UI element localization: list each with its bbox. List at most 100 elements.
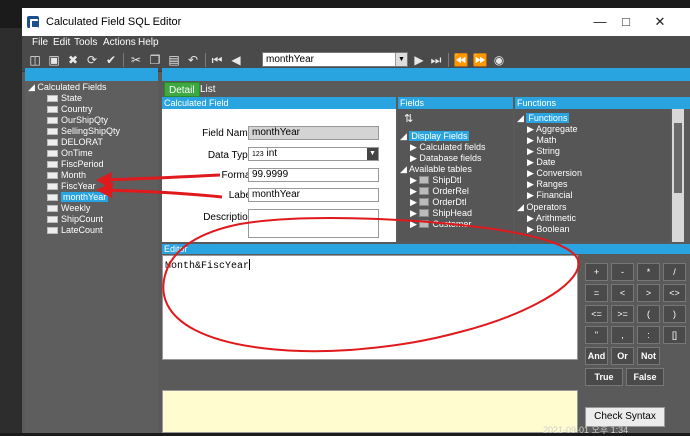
menu-edit[interactable]: Edit xyxy=(53,37,70,48)
tree-item-selected[interactable]: monthYear xyxy=(47,192,109,203)
false-button[interactable]: False xyxy=(626,368,664,386)
save-icon[interactable]: ▣ xyxy=(45,51,63,69)
copy-icon[interactable]: ❐ xyxy=(146,51,164,69)
op-and-button[interactable]: And xyxy=(585,347,608,365)
field-name-input[interactable]: monthYear xyxy=(248,126,379,140)
tree-item[interactable]: SellingShipQty xyxy=(47,126,120,137)
function-category[interactable]: ▶ Date xyxy=(527,157,555,168)
title-bar: Calculated Field SQL Editor — □ ✕ xyxy=(22,8,690,36)
functions-scrollbar[interactable] xyxy=(672,109,684,242)
function-category[interactable]: ▶ Ranges xyxy=(527,179,567,190)
last-record-icon[interactable]: ⏭ xyxy=(427,51,445,69)
tree-item[interactable]: Country xyxy=(47,104,93,115)
tree-item[interactable]: ShipCount xyxy=(47,214,103,225)
op-greater-equal-button[interactable]: >= xyxy=(611,305,634,323)
op-brackets-button[interactable]: [] xyxy=(663,326,686,344)
chevron-down-icon[interactable]: ▼ xyxy=(395,53,407,66)
label-input[interactable]: monthYear xyxy=(248,188,379,202)
previous-record-icon[interactable]: ◀ xyxy=(227,51,245,69)
op-plus-button[interactable]: + xyxy=(585,263,608,281)
refresh-icon[interactable]: ⟳ xyxy=(83,51,101,69)
data-type-select[interactable]: 123 int ▼ xyxy=(248,147,379,161)
op-or-button[interactable]: Or xyxy=(611,347,634,365)
table-node[interactable]: ▶ OrderDtl xyxy=(410,197,466,208)
menu-help[interactable]: Help xyxy=(138,37,159,48)
sql-editor-input[interactable]: Month&FiscYear xyxy=(162,255,578,360)
table-icon xyxy=(419,209,430,217)
undo-icon[interactable]: ↶ xyxy=(184,51,202,69)
tree-item[interactable]: DELORAT xyxy=(47,137,103,148)
syntax-output-area[interactable] xyxy=(162,390,578,433)
record-selector[interactable]: monthYear ▼ xyxy=(262,52,408,67)
operator-category[interactable]: ▶ Boolean xyxy=(527,224,569,235)
chevron-down-icon[interactable]: ▼ xyxy=(367,148,378,160)
table-node[interactable]: ▶ OrderRel xyxy=(410,186,469,197)
main-panel: Detail List Calculated Field Fields Func… xyxy=(162,68,690,433)
function-category[interactable]: ▶ Aggregate xyxy=(527,124,577,135)
database-fields-node[interactable]: ▶ Database fields xyxy=(410,153,481,164)
forward-icon[interactable]: ⏩ xyxy=(471,51,489,69)
format-input[interactable]: 99.9999 xyxy=(248,168,379,182)
sql-editor-window: Calculated Field SQL Editor — □ ✕ File E… xyxy=(22,8,690,433)
tree-item-fiscyear[interactable]: FiscYear xyxy=(47,181,96,192)
sort-icon[interactable]: ⇅ xyxy=(404,114,413,125)
tree-item-month[interactable]: Month xyxy=(47,170,86,181)
op-quote-button[interactable]: " xyxy=(585,326,608,344)
function-category[interactable]: ▶ Conversion xyxy=(527,168,582,179)
menu-actions[interactable]: Actions xyxy=(103,37,136,48)
minimize-icon[interactable]: — xyxy=(590,14,610,30)
functions-node[interactable]: ◢ Functions xyxy=(517,113,570,124)
op-comma-button[interactable]: , xyxy=(611,326,634,344)
op-less-button[interactable]: < xyxy=(611,284,634,302)
menu-tools[interactable]: Tools xyxy=(74,37,97,48)
delete-icon[interactable]: ✖ xyxy=(64,51,82,69)
op-minus-button[interactable]: - xyxy=(611,263,634,281)
menu-file[interactable]: File xyxy=(32,37,48,48)
tree-item[interactable]: State xyxy=(47,93,82,104)
paste-icon[interactable]: ▤ xyxy=(165,51,183,69)
tree-root[interactable]: ◢ Calculated Fields xyxy=(28,82,106,93)
operators-node[interactable]: ◢ Operators xyxy=(517,202,566,213)
close-icon[interactable]: ✕ xyxy=(650,14,670,30)
tree-item[interactable]: OnTime xyxy=(47,148,93,159)
operator-category[interactable]: ▶ Arithmetic xyxy=(527,213,576,224)
field-icon xyxy=(47,227,58,234)
function-category[interactable]: ▶ Financial xyxy=(527,190,572,201)
op-close-paren-button[interactable]: ) xyxy=(663,305,686,323)
status-clock: 2021-09-01 오후 1:34 xyxy=(543,425,629,435)
background-window xyxy=(0,28,22,433)
back-icon[interactable]: ⏪ xyxy=(452,51,470,69)
first-record-icon[interactable]: ⏮ xyxy=(208,51,226,69)
function-category[interactable]: ▶ String xyxy=(527,146,560,157)
tab-detail[interactable]: Detail xyxy=(164,82,200,97)
table-node[interactable]: ▶ ShipDtl xyxy=(410,175,461,186)
op-not-button[interactable]: Not xyxy=(637,347,660,365)
tree-item[interactable]: FiscPeriod xyxy=(47,159,104,170)
available-tables-node[interactable]: ◢ Available tables xyxy=(400,164,472,175)
function-category[interactable]: ▶ Math xyxy=(527,135,556,146)
tree-item[interactable]: LateCount xyxy=(47,225,103,236)
table-node[interactable]: ▶ ShipHead xyxy=(410,208,472,219)
tree-item[interactable]: Weekly xyxy=(47,203,90,214)
stop-icon[interactable]: ◉ xyxy=(490,51,508,69)
op-less-equal-button[interactable]: <= xyxy=(585,305,608,323)
calculated-fields-node[interactable]: ▶ Calculated fields xyxy=(410,142,485,153)
new-icon[interactable]: ◫ xyxy=(26,51,44,69)
tab-list[interactable]: List xyxy=(196,82,220,97)
display-fields-node[interactable]: ◢ Display Fields xyxy=(400,131,470,142)
op-greater-button[interactable]: > xyxy=(637,284,660,302)
cut-icon[interactable]: ✂ xyxy=(127,51,145,69)
maximize-icon[interactable]: □ xyxy=(616,14,636,30)
table-node[interactable]: ▶ Customer xyxy=(410,219,471,230)
description-input[interactable] xyxy=(248,209,379,238)
op-equals-button[interactable]: = xyxy=(585,284,608,302)
op-open-paren-button[interactable]: ( xyxy=(637,305,660,323)
clear-icon[interactable]: ✔ xyxy=(102,51,120,69)
op-colon-button[interactable]: : xyxy=(637,326,660,344)
op-not-equal-button[interactable]: <> xyxy=(663,284,686,302)
op-divide-button[interactable]: / xyxy=(663,263,686,281)
next-record-icon[interactable]: ▶ xyxy=(410,51,428,69)
tree-item[interactable]: OurShipQty xyxy=(47,115,108,126)
true-button[interactable]: True xyxy=(585,368,623,386)
op-multiply-button[interactable]: * xyxy=(637,263,660,281)
